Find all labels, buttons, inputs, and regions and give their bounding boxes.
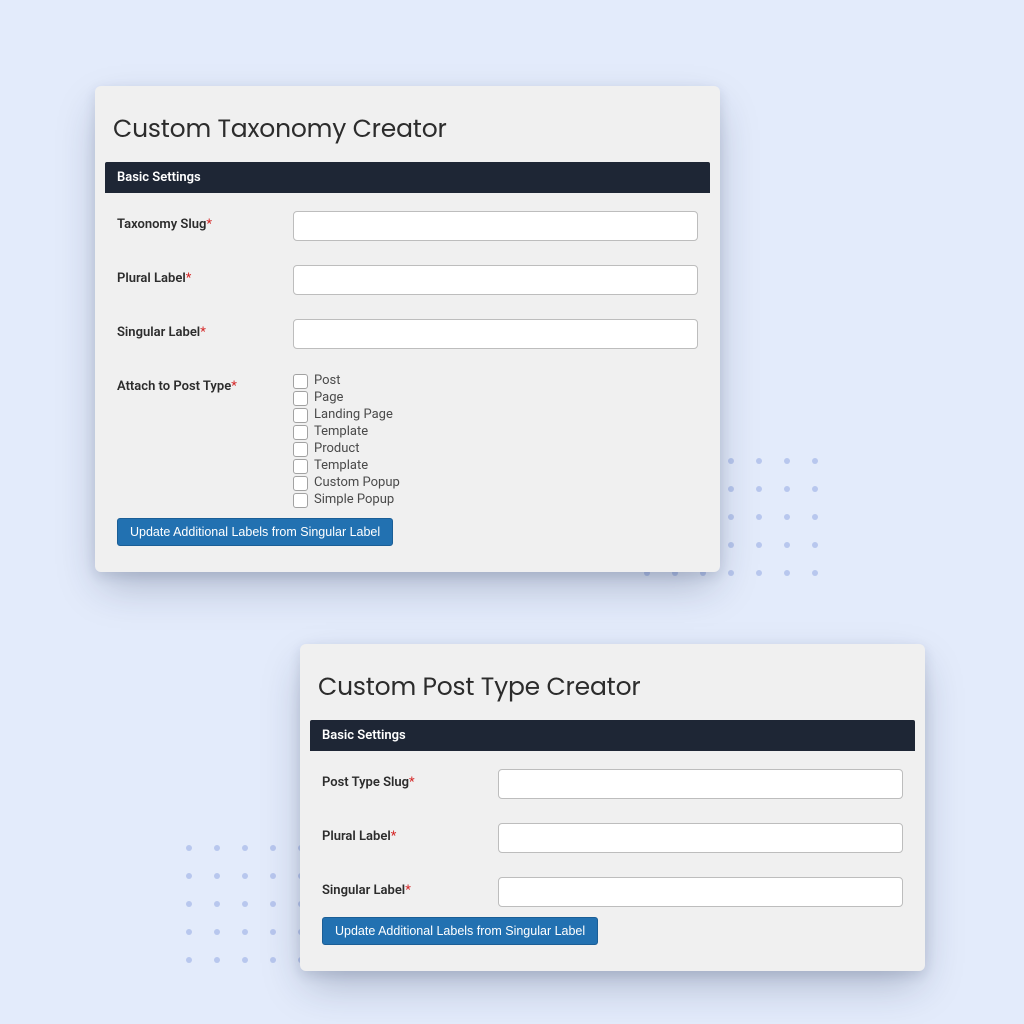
row-post-type-slug: Post Type Slug* <box>322 769 903 799</box>
row-attach-post-type: Attach to Post Type* PostPageLanding Pag… <box>117 373 698 508</box>
attach-post-type-checkbox-list: PostPageLanding PageTemplateProductTempl… <box>293 373 698 508</box>
checkbox-label: Product <box>314 441 359 457</box>
row-singular-label: Singular Label* <box>117 319 698 349</box>
checkbox-label: Post <box>314 373 341 389</box>
checkbox-label: Template <box>314 458 368 474</box>
checkbox[interactable] <box>293 391 308 406</box>
label-attach-post-type: Attach to Post Type* <box>117 373 293 394</box>
row-singular-label: Singular Label* <box>322 877 903 907</box>
label-taxonomy-slug: Taxonomy Slug* <box>117 211 293 232</box>
label-plural-label: Plural Label* <box>322 823 498 844</box>
post-type-creator-panel: Custom Post Type Creator Basic Settings … <box>300 644 925 971</box>
label-singular-label: Singular Label* <box>322 877 498 898</box>
section-header-basic: Basic Settings <box>310 720 915 751</box>
section-header-basic: Basic Settings <box>105 162 710 193</box>
row-plural-label: Plural Label* <box>117 265 698 295</box>
checkbox[interactable] <box>293 459 308 474</box>
label-plural-label: Plural Label* <box>117 265 293 286</box>
checkbox-label: Simple Popup <box>314 492 394 508</box>
checkbox-row[interactable]: Simple Popup <box>293 492 698 508</box>
row-taxonomy-slug: Taxonomy Slug* <box>117 211 698 241</box>
singular-label-input[interactable] <box>498 877 903 907</box>
label-post-type-slug: Post Type Slug* <box>322 769 498 790</box>
checkbox-row[interactable]: Template <box>293 458 698 474</box>
plural-label-input[interactable] <box>498 823 903 853</box>
update-labels-button[interactable]: Update Additional Labels from Singular L… <box>117 518 393 546</box>
page-title: Custom Post Type Creator <box>310 654 915 720</box>
taxonomy-slug-input[interactable] <box>293 211 698 241</box>
singular-label-input[interactable] <box>293 319 698 349</box>
checkbox[interactable] <box>293 425 308 440</box>
checkbox-row[interactable]: Template <box>293 424 698 440</box>
section-body: Post Type Slug* Plural Label* Singular L… <box>310 751 915 957</box>
update-labels-button[interactable]: Update Additional Labels from Singular L… <box>322 917 598 945</box>
checkbox-label: Landing Page <box>314 407 393 423</box>
page-title: Custom Taxonomy Creator <box>105 96 710 162</box>
checkbox[interactable] <box>293 476 308 491</box>
checkbox-label: Page <box>314 390 343 406</box>
post-type-slug-input[interactable] <box>498 769 903 799</box>
checkbox-label: Custom Popup <box>314 475 400 491</box>
section-body: Taxonomy Slug* Plural Label* Singular La… <box>105 193 710 558</box>
row-plural-label: Plural Label* <box>322 823 903 853</box>
checkbox-row[interactable]: Custom Popup <box>293 475 698 491</box>
label-singular-label: Singular Label* <box>117 319 293 340</box>
checkbox-row[interactable]: Landing Page <box>293 407 698 423</box>
checkbox[interactable] <box>293 374 308 389</box>
checkbox-label: Template <box>314 424 368 440</box>
checkbox[interactable] <box>293 442 308 457</box>
checkbox[interactable] <box>293 493 308 508</box>
plural-label-input[interactable] <box>293 265 698 295</box>
checkbox[interactable] <box>293 408 308 423</box>
checkbox-row[interactable]: Page <box>293 390 698 406</box>
taxonomy-creator-panel: Custom Taxonomy Creator Basic Settings T… <box>95 86 720 572</box>
checkbox-row[interactable]: Product <box>293 441 698 457</box>
checkbox-row[interactable]: Post <box>293 373 698 389</box>
